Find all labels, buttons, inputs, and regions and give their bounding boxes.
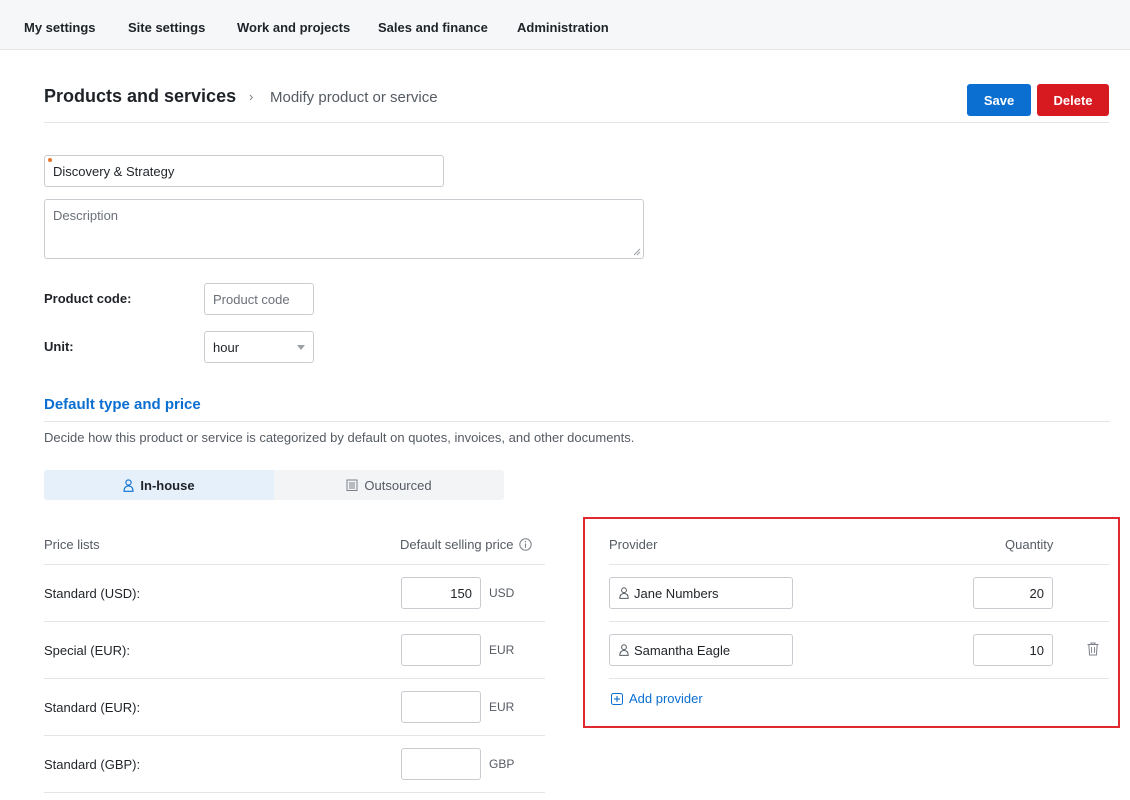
product-code-input[interactable] <box>204 283 314 315</box>
currency-code: EUR <box>489 643 515 657</box>
description-textarea[interactable] <box>44 199 644 259</box>
breadcrumb-chevron-icon: › <box>249 89 254 104</box>
info-icon[interactable] <box>519 538 532 551</box>
toggle-outsourced-label: Outsourced <box>364 477 432 493</box>
price-input[interactable] <box>401 634 481 666</box>
price-row-label: Standard (USD): <box>44 586 141 601</box>
person-icon <box>123 478 134 492</box>
nav-my-settings[interactable]: My settings <box>24 20 96 35</box>
breadcrumb-current: Modify product or service <box>270 89 438 106</box>
add-provider-button[interactable]: Add provider <box>611 691 703 706</box>
provider-table-divider <box>609 564 1109 565</box>
price-input[interactable] <box>401 577 481 609</box>
required-indicator <box>48 158 52 162</box>
caret-down-icon <box>297 345 305 350</box>
toggle-in-house-label: In-house <box>140 477 195 493</box>
quantity-input[interactable] <box>973 634 1053 666</box>
section-title: Default type and price <box>44 396 201 413</box>
quantity-input[interactable] <box>973 577 1053 609</box>
currency-code: GBP <box>489 757 515 771</box>
col-provider: Provider <box>609 537 658 552</box>
provider-select[interactable]: Samantha Eagle <box>609 634 793 666</box>
section-divider <box>44 421 1110 422</box>
col-quantity: Quantity <box>1005 537 1054 552</box>
col-default-selling-price: Default selling price <box>400 537 514 552</box>
product-name-input[interactable] <box>44 155 444 187</box>
section-description: Decide how this product or service is ca… <box>44 430 635 445</box>
header-divider <box>44 122 1109 123</box>
delete-button[interactable]: Delete <box>1037 84 1109 116</box>
price-input[interactable] <box>401 691 481 723</box>
resize-grip-icon[interactable] <box>633 248 641 256</box>
price-row-label: Standard (GBP): <box>44 757 141 772</box>
table-divider <box>44 564 545 565</box>
currency-code: EUR <box>489 700 515 714</box>
provider-row-divider <box>609 621 1109 622</box>
trash-icon[interactable] <box>1087 642 1099 656</box>
top-nav: My settings Site settings Work and proje… <box>0 0 1130 50</box>
provider-name: Samantha Eagle <box>634 643 731 658</box>
save-button[interactable]: Save <box>967 84 1031 116</box>
product-code-label: Product code: <box>44 291 132 306</box>
add-provider-label: Add provider <box>629 691 703 706</box>
unit-select-value: hour <box>213 340 240 355</box>
row-divider <box>44 735 545 736</box>
nav-sales-and-finance[interactable]: Sales and finance <box>378 20 488 35</box>
building-icon <box>346 479 358 491</box>
type-toggle: In-house Outsourced <box>44 470 504 500</box>
unit-label: Unit: <box>44 339 74 354</box>
page-title[interactable]: Products and services <box>44 86 236 107</box>
person-icon <box>619 587 629 599</box>
nav-administration[interactable]: Administration <box>517 20 609 35</box>
toggle-outsourced[interactable]: Outsourced <box>274 470 504 500</box>
row-divider <box>44 621 545 622</box>
row-divider <box>44 678 545 679</box>
provider-select[interactable]: Jane Numbers <box>609 577 793 609</box>
plus-square-icon <box>611 692 623 705</box>
price-row-label: Special (EUR): <box>44 643 130 658</box>
person-icon <box>619 644 629 656</box>
unit-select[interactable]: hour <box>204 331 314 363</box>
toggle-in-house[interactable]: In-house <box>44 470 274 500</box>
currency-code: USD <box>489 586 515 600</box>
price-input[interactable] <box>401 748 481 780</box>
price-row-label: Standard (EUR): <box>44 700 141 715</box>
nav-site-settings[interactable]: Site settings <box>128 20 205 35</box>
row-divider <box>44 792 545 793</box>
provider-name: Jane Numbers <box>634 586 719 601</box>
nav-work-and-projects[interactable]: Work and projects <box>237 20 350 35</box>
col-price-lists: Price lists <box>44 537 100 552</box>
provider-row-divider <box>609 678 1109 679</box>
